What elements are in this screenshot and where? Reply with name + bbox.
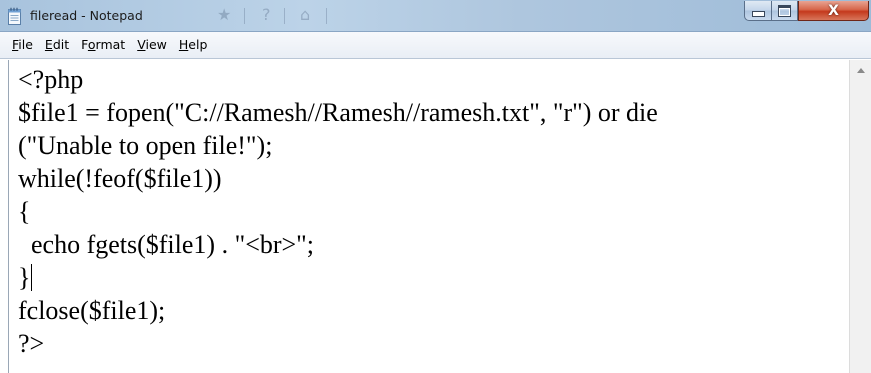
code-line-5: { bbox=[18, 197, 31, 226]
faint-separator bbox=[284, 8, 285, 24]
menu-view[interactable]: View bbox=[131, 35, 173, 55]
maximize-icon bbox=[778, 4, 791, 17]
code-line-3: ("Unable to open file!"); bbox=[18, 131, 273, 160]
menu-bar: File Edit Format View Help bbox=[0, 32, 871, 59]
faint-glyph: ? bbox=[262, 5, 271, 24]
maximize-button[interactable] bbox=[771, 1, 798, 21]
window-title: fileread - Notepad bbox=[30, 8, 143, 23]
notepad-icon[interactable] bbox=[7, 7, 23, 25]
code-line-4: while(!feof($file1)) bbox=[18, 164, 222, 193]
minimize-icon bbox=[751, 10, 765, 17]
notepad-window: fileread - Notepad ★ ? ⌂ X File Edit For… bbox=[0, 0, 871, 373]
faint-star-glyph: ★ bbox=[217, 5, 232, 24]
code-line-7: } bbox=[18, 262, 33, 294]
code-line-6: echo fgets($file1) . "<br>"; bbox=[18, 230, 315, 259]
code-line-7-text: } bbox=[18, 263, 31, 292]
menu-file[interactable]: File bbox=[6, 35, 39, 55]
menu-format[interactable]: Format bbox=[75, 35, 131, 55]
code-line-8: fclose($file1); bbox=[18, 296, 166, 325]
scroll-up-button[interactable] bbox=[850, 60, 871, 80]
text-caret bbox=[31, 264, 33, 291]
title-bar[interactable]: fileread - Notepad ★ ? ⌂ X bbox=[0, 0, 871, 32]
close-icon: X bbox=[828, 2, 839, 19]
vertical-scrollbar[interactable] bbox=[849, 60, 871, 373]
faint-glyph: ⌂ bbox=[300, 5, 311, 24]
caption-buttons: X bbox=[744, 1, 869, 21]
faint-separator bbox=[244, 8, 245, 24]
code-line-9: ?> bbox=[18, 329, 45, 358]
text-editor[interactable]: <?php $file1 = fopen("C://Ramesh//Ramesh… bbox=[8, 60, 849, 373]
menu-help[interactable]: Help bbox=[173, 35, 214, 55]
scroll-up-arrow-icon bbox=[856, 67, 865, 73]
faint-separator bbox=[326, 8, 327, 24]
close-button[interactable]: X bbox=[798, 1, 869, 21]
menu-edit[interactable]: Edit bbox=[39, 35, 75, 55]
code-line-2: $file1 = fopen("C://Ramesh//Ramesh//rame… bbox=[18, 98, 658, 127]
code-line-1: <?php bbox=[18, 65, 84, 94]
minimize-button[interactable] bbox=[744, 1, 771, 21]
